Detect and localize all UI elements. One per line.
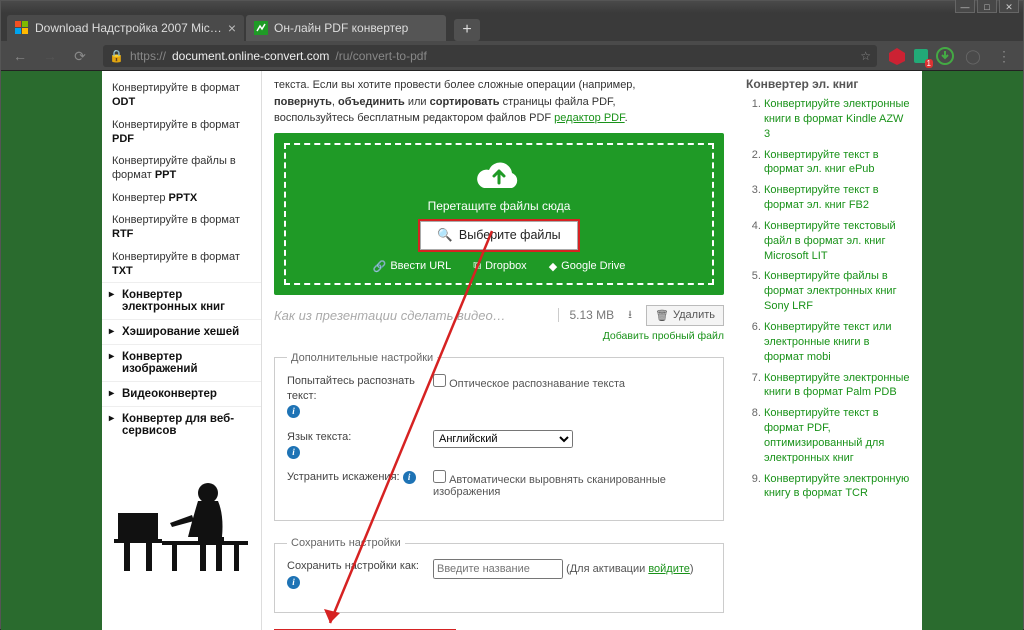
dropbox-icon: ⧉ xyxy=(473,260,481,273)
main-column: текста. Если вы хотите провести более сл… xyxy=(262,71,736,630)
browser-tab-2[interactable]: Он-лайн PDF конвертер xyxy=(246,15,446,41)
window-close[interactable]: ✕ xyxy=(999,0,1019,13)
language-select[interactable]: Английский xyxy=(433,430,573,448)
menu-button[interactable]: ⋮ xyxy=(991,44,1017,68)
trash-icon: 🗑 xyxy=(655,309,669,322)
sidebar-category[interactable]: Конвертер для веб-сервисов xyxy=(102,406,261,443)
browser-toolbar: ← → ⟳ 🔒 https:// document.online-convert.… xyxy=(1,41,1023,71)
intro-text: текста. Если вы хотите провести более сл… xyxy=(274,71,724,133)
magnifier-icon: 🔍 xyxy=(437,228,453,243)
login-link[interactable]: войдите xyxy=(648,563,690,575)
drop-zone[interactable]: Перетащите файлы сюда 🔍 Выберите файлы 🔗… xyxy=(284,143,714,285)
gdrive-link[interactable]: ◆Google Drive xyxy=(549,260,626,273)
ebook-converter-link[interactable]: Конвертируйте текст или электронные книг… xyxy=(764,320,912,365)
save-settings-fieldset: Сохранить настройки Сохранить настройки … xyxy=(274,537,724,613)
sidebar-format-link[interactable]: Конвертер PPTX xyxy=(102,187,261,209)
browser-tabstrip: Download Надстройка 2007 Mic… × Он-лайн … xyxy=(1,13,1023,41)
extra-settings-fieldset: Дополнительные настройки Попытайтесь рас… xyxy=(274,352,724,522)
url-scheme: https:// xyxy=(130,49,166,63)
delete-file-button[interactable]: 🗑 Удалить xyxy=(646,305,724,326)
ms-icon xyxy=(15,21,29,35)
new-tab-button[interactable]: + xyxy=(454,19,480,41)
link-icon: 🔗 xyxy=(373,260,387,273)
sidebar-format-link[interactable]: Конвертируйте в формат TXT xyxy=(102,246,261,283)
ebook-converter-link[interactable]: Конвертируйте файлы в формат электронных… xyxy=(764,269,912,314)
dropbox-link[interactable]: ⧉Dropbox xyxy=(473,260,526,273)
queued-filesize: 5.13 MB xyxy=(558,308,614,322)
right-sidebar: Конвертер эл. книг Конвертируйте электро… xyxy=(736,71,922,630)
tab-title: Он-лайн PDF конвертер xyxy=(274,21,408,35)
site-icon xyxy=(254,21,268,35)
sidebar-category[interactable]: Хэширование хешей xyxy=(102,319,261,344)
save-name-input[interactable] xyxy=(433,559,563,579)
tab-title: Download Надстройка 2007 Mic… xyxy=(35,21,222,35)
extra-settings-legend: Дополнительные настройки xyxy=(287,352,437,364)
browser-tab-1[interactable]: Download Надстройка 2007 Mic… × xyxy=(7,15,244,41)
queued-filename: Как из презентации сделать видео… xyxy=(274,308,548,323)
ebook-converter-link[interactable]: Конвертируйте текстовый файл в формат эл… xyxy=(764,219,912,264)
save-settings-legend: Сохранить настройки xyxy=(287,537,405,549)
sidebar-category[interactable]: Видеоконвертер xyxy=(102,381,261,406)
sidebar-format-link[interactable]: Конвертируйте в формат PDF xyxy=(102,114,261,151)
choose-files-button[interactable]: 🔍 Выберите файлы xyxy=(420,221,577,250)
ext-download-icon[interactable] xyxy=(935,46,955,66)
url-host: document.online-convert.com xyxy=(172,49,329,63)
person-at-desk-illustration xyxy=(112,473,252,573)
star-icon[interactable]: ☆ xyxy=(860,49,871,63)
window-minimize[interactable]: — xyxy=(955,0,975,13)
ebook-converter-link[interactable]: Конвертируйте текст в формат эл. книг FB… xyxy=(764,183,912,213)
profile-button[interactable]: ◯ xyxy=(959,44,987,68)
drop-label: Перетащите файлы сюда xyxy=(294,199,704,213)
lock-icon: 🔒 xyxy=(109,49,124,63)
ebook-converter-link[interactable]: Конвертируйте электронные книги в формат… xyxy=(764,371,912,401)
ocr-checkbox[interactable] xyxy=(433,374,446,387)
add-sample-link[interactable]: Добавить пробный файл xyxy=(274,330,724,342)
url-path: /ru/convert-to-pdf xyxy=(335,49,426,63)
address-bar[interactable]: 🔒 https:// document.online-convert.com/ru… xyxy=(103,45,877,67)
ebook-converter-link[interactable]: Конвертируйте электронную книгу в формат… xyxy=(764,472,912,502)
sidebar-format-link[interactable]: Конвертируйте файлы в формат PPT xyxy=(102,150,261,187)
sidebar-format-link[interactable]: Конвертируйте в формат ODT xyxy=(102,77,261,114)
ebook-converter-link[interactable]: Конвертируйте текст в формат PDF, оптими… xyxy=(764,406,912,465)
info-icon[interactable]: i xyxy=(287,405,300,418)
sidebar-category[interactable]: Конвертер электронных книг xyxy=(102,282,261,319)
reload-button[interactable]: ⟳ xyxy=(67,44,93,68)
ext-adblock-icon[interactable] xyxy=(887,46,907,66)
upload-panel: Перетащите файлы сюда 🔍 Выберите файлы 🔗… xyxy=(274,133,724,295)
left-sidebar: Конвертируйте в формат ODTКонвертируйте … xyxy=(102,71,262,630)
ebook-converter-link[interactable]: Конвертируйте текст в формат эл. книг eP… xyxy=(764,148,912,178)
ext-badge: 1 xyxy=(925,59,933,68)
info-icon[interactable]: i xyxy=(287,446,300,459)
deskew-checkbox[interactable] xyxy=(433,470,446,483)
editor-link[interactable]: редактор PDF xyxy=(554,112,624,124)
sidebar-format-link[interactable]: Конвертируйте в формат RTF xyxy=(102,209,261,246)
cloud-upload-icon xyxy=(476,159,522,193)
window-maximize[interactable]: □ xyxy=(977,0,997,13)
sidebar-category[interactable]: Конвертер изображений xyxy=(102,344,261,381)
tab-close-icon[interactable]: × xyxy=(228,20,236,36)
right-title: Конвертер эл. книг xyxy=(746,77,912,91)
back-button[interactable]: ← xyxy=(7,44,33,68)
file-queue-row: Как из презентации сделать видео… 5.13 M… xyxy=(274,305,724,326)
info-icon[interactable]: i xyxy=(287,576,300,589)
forward-button: → xyxy=(37,44,63,68)
download-icon[interactable]: ⭳ xyxy=(628,306,632,325)
info-icon[interactable]: i xyxy=(403,471,416,484)
gdrive-icon: ◆ xyxy=(549,260,557,273)
ext-translate-icon[interactable]: 1 xyxy=(911,46,931,66)
enter-url-link[interactable]: 🔗Ввести URL xyxy=(373,260,452,273)
ebook-converter-link[interactable]: Конвертируйте электронные книги в формат… xyxy=(764,97,912,142)
